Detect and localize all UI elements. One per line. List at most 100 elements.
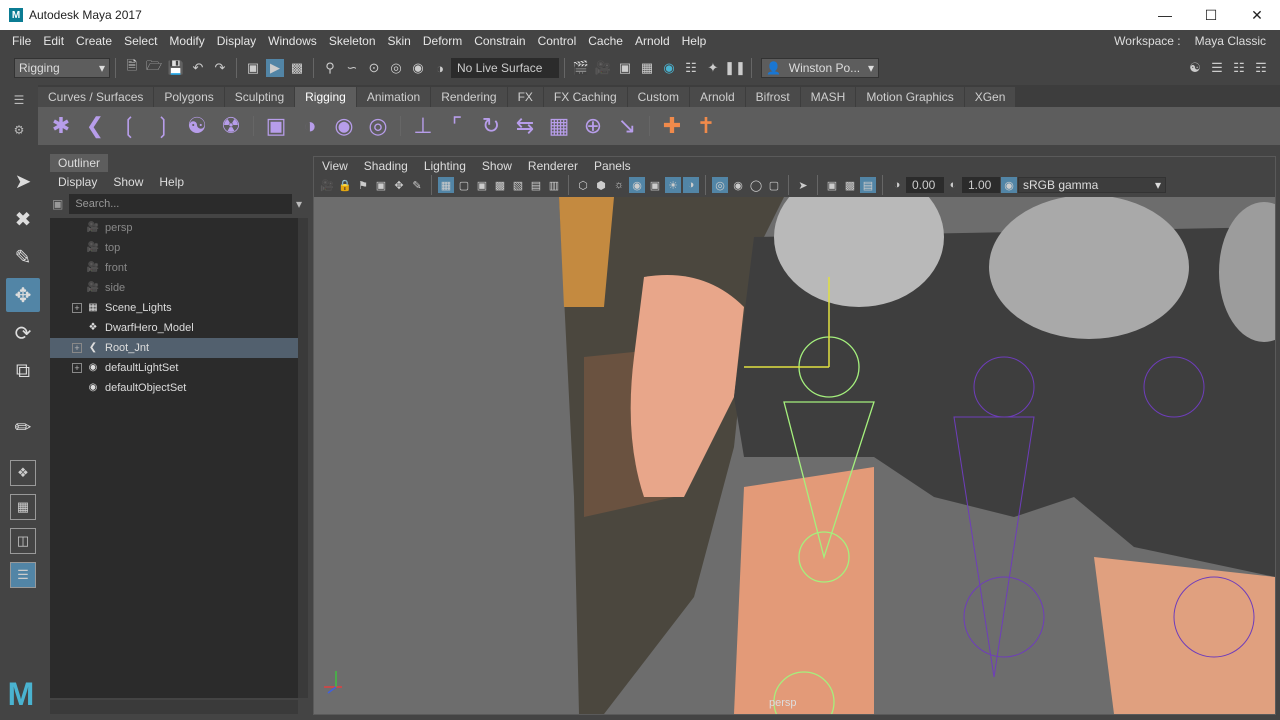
channel-box-icon[interactable]: ☶ [1252, 59, 1270, 77]
antialiasing-icon[interactable]: ▤ [860, 177, 876, 193]
outliner-layout-icon[interactable]: ☰ [10, 562, 36, 588]
parent-constraint-icon[interactable]: ⊥ [408, 111, 438, 141]
render-setup-icon[interactable]: ☷ [682, 59, 700, 77]
shelf-tab-xgen[interactable]: XGen [964, 87, 1016, 107]
snap-surface-icon[interactable]: ◉ [409, 59, 427, 77]
shelf-tab-rigging[interactable]: Rigging [295, 87, 356, 107]
film-gate-icon[interactable]: ▢ [456, 177, 472, 193]
gate-mask-icon[interactable]: ▩ [492, 177, 508, 193]
field-chart-icon[interactable]: ▧ [510, 177, 526, 193]
viewport-menu-view[interactable]: View [314, 159, 356, 173]
outliner-item[interactable]: + ▦ Scene_Lights [50, 298, 298, 318]
menu-select[interactable]: Select [118, 34, 163, 48]
expand-icon[interactable]: + [72, 363, 82, 373]
outliner-menu-help[interactable]: Help [151, 175, 192, 189]
menu-file[interactable]: File [0, 34, 37, 48]
smooth-shade-icon[interactable]: ⬢ [593, 177, 609, 193]
user-account-dropdown[interactable]: 👤 Winston Po... ▾ [761, 58, 879, 78]
outliner-menu-show[interactable]: Show [105, 175, 151, 189]
quick-rig-icon[interactable]: ☯ [182, 111, 212, 141]
chevron-down-icon[interactable]: ▾ [296, 197, 302, 211]
orient-constraint-icon[interactable]: ↻ [476, 111, 506, 141]
wrap-deformer-icon[interactable]: ◉ [329, 111, 359, 141]
pick-tool-icon[interactable]: ✏ [6, 410, 40, 444]
aim-constraint-icon[interactable]: ⇆ [510, 111, 540, 141]
rotate-tool-icon[interactable]: ⟳ [6, 316, 40, 350]
viewport-menu-panels[interactable]: Panels [586, 159, 639, 173]
select-object-icon[interactable]: ▶ [266, 59, 284, 77]
render-settings-icon[interactable]: ▦ [638, 59, 656, 77]
outliner-item[interactable]: + ◉ defaultLightSet [50, 358, 298, 378]
color-space-dropdown[interactable]: sRGB gamma ▾ [1018, 177, 1166, 193]
2d-pan-icon[interactable]: ✥ [391, 177, 407, 193]
camera-select-icon[interactable]: 🎥 [319, 177, 335, 193]
scale-constraint-icon[interactable]: ▦ [544, 111, 574, 141]
snap-live-icon[interactable]: ◑ [431, 59, 449, 77]
bookmark-icon[interactable]: ⚑ [355, 177, 371, 193]
attribute-editor-icon[interactable]: ☰ [1208, 59, 1226, 77]
create-joint-icon[interactable]: ✱ [46, 111, 76, 141]
menu-modify[interactable]: Modify [163, 34, 210, 48]
modeling-toolkit-icon[interactable]: ☯ [1186, 59, 1204, 77]
expand-icon[interactable]: + [72, 303, 82, 313]
menu-help[interactable]: Help [676, 34, 713, 48]
exposure-field[interactable]: 0.00 [906, 177, 944, 193]
four-view-icon[interactable]: ▦ [10, 494, 36, 520]
wireframe-on-shaded-icon[interactable]: ◉ [629, 177, 645, 193]
expand-icon[interactable]: + [72, 343, 82, 353]
insert-joint-icon[interactable]: ❳ [148, 111, 178, 141]
menu-create[interactable]: Create [70, 34, 118, 48]
exposure-icon[interactable]: ◑ [889, 177, 905, 193]
select-hierarchy-icon[interactable]: ▣ [244, 59, 262, 77]
outliner-item[interactable]: 🎥 persp [50, 218, 298, 238]
pause-icon[interactable]: ❚❚ [724, 59, 746, 77]
shelf-tab-fx[interactable]: FX [507, 87, 543, 107]
close-icon[interactable]: ✕ [1234, 0, 1280, 30]
outliner-item[interactable]: ◉ defaultObjectSet [50, 378, 298, 398]
image-plane-icon[interactable]: ▣ [373, 177, 389, 193]
snap-point-icon[interactable]: ⊙ [365, 59, 383, 77]
resolution-gate-icon[interactable]: ▣ [474, 177, 490, 193]
tool-settings-icon[interactable]: ☷ [1230, 59, 1248, 77]
menu-windows[interactable]: Windows [262, 34, 323, 48]
textured-icon[interactable]: ▣ [647, 177, 663, 193]
menu-edit[interactable]: Edit [37, 34, 70, 48]
use-lights-icon[interactable]: ☼ [611, 177, 627, 193]
ik-spline-icon[interactable]: ❲ [114, 111, 144, 141]
outliner-hscrollbar[interactable] [50, 700, 298, 714]
shelf-tab-motion-graphics[interactable]: Motion Graphics [856, 87, 964, 107]
ipr-render-icon[interactable]: ▣ [616, 59, 634, 77]
side-by-side-icon[interactable]: ◫ [10, 528, 36, 554]
all-lights-icon[interactable]: ☀ [665, 177, 681, 193]
viewport-menu-show[interactable]: Show [474, 159, 520, 173]
safe-action-icon[interactable]: ▤ [528, 177, 544, 193]
safe-title-icon[interactable]: ▥ [546, 177, 562, 193]
hypershade-icon[interactable]: ◉ [660, 59, 678, 77]
shelf-tab-animation[interactable]: Animation [356, 87, 431, 107]
shelf-tab-custom[interactable]: Custom [627, 87, 689, 107]
lasso-tool-icon[interactable]: ✖ [6, 202, 40, 236]
shelf-tab-mash[interactable]: MASH [800, 87, 856, 107]
menu-control[interactable]: Control [532, 34, 583, 48]
color-management-icon[interactable]: ◉ [1001, 177, 1017, 193]
shelf-tab-rendering[interactable]: Rendering [431, 87, 507, 107]
viewport-menu-shading[interactable]: Shading [356, 159, 416, 173]
cluster-icon[interactable]: ◑ [295, 111, 325, 141]
gamma-icon[interactable]: ◐ [945, 177, 961, 193]
render-view-icon[interactable]: 🎬 [572, 59, 590, 77]
outliner-search-input[interactable]: Search... [69, 194, 292, 214]
menu-display[interactable]: Display [211, 34, 262, 48]
light-editor-icon[interactable]: ✦ [704, 59, 722, 77]
humanik-icon[interactable]: ☢ [216, 111, 246, 141]
menu-cache[interactable]: Cache [582, 34, 629, 48]
snap-curve-icon[interactable]: ∽ [343, 59, 361, 77]
outliner-menu-display[interactable]: Display [50, 175, 105, 189]
open-scene-icon[interactable]: 🗁 [145, 58, 163, 77]
outliner-vscrollbar[interactable] [298, 218, 308, 698]
shelf-tab-bifrost[interactable]: Bifrost [745, 87, 800, 107]
ik-fk-icon[interactable]: ↘ [612, 111, 642, 141]
ik-handle-icon[interactable]: ❮ [80, 111, 110, 141]
grease-pencil-icon[interactable]: ✎ [409, 177, 425, 193]
filter-icon[interactable]: ▣ [52, 197, 63, 211]
scale-tool-icon[interactable]: ⧉ [6, 354, 40, 388]
